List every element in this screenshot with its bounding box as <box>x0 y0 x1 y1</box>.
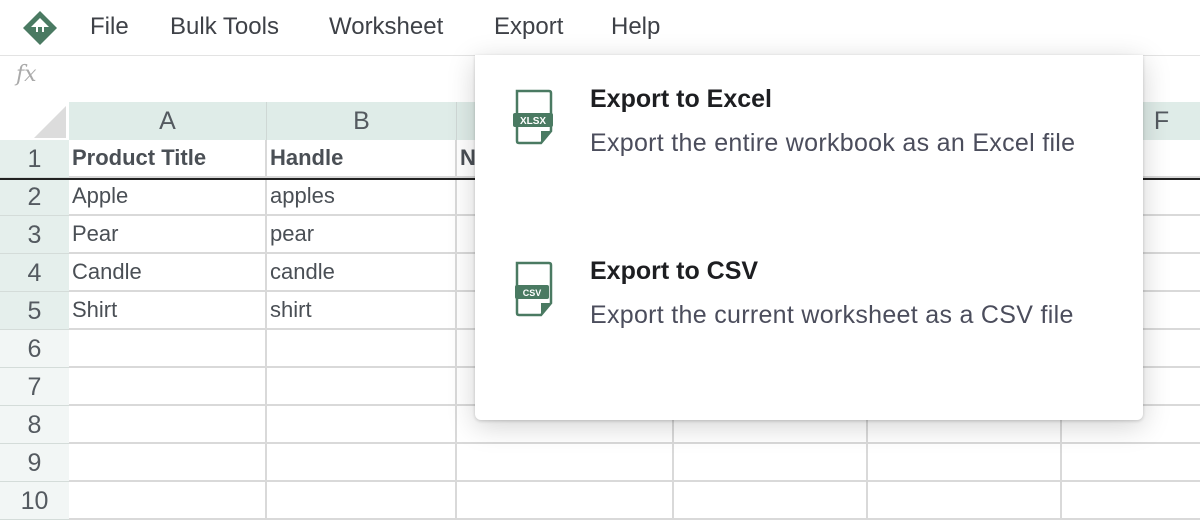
cell-b1[interactable]: Handle <box>267 140 457 178</box>
select-all-corner[interactable] <box>0 102 69 140</box>
option-description: Export the entire workbook as an Excel f… <box>590 129 1076 157</box>
export-to-excel-option[interactable]: XLSX Export to Excel Export the entire w… <box>475 65 1143 235</box>
cell-a6[interactable] <box>69 330 267 368</box>
row-header-6[interactable]: 6 <box>0 330 69 368</box>
column-header-b[interactable]: B <box>267 102 457 140</box>
menu-file[interactable]: File <box>90 13 129 41</box>
app-logo-icon[interactable] <box>22 10 58 46</box>
menu-worksheet[interactable]: Worksheet <box>329 13 443 41</box>
cell-c10[interactable] <box>457 482 674 520</box>
csv-badge: CSV <box>523 288 542 298</box>
cell-a9[interactable] <box>69 444 267 482</box>
xlsx-file-icon: XLSX <box>513 89 553 145</box>
fx-icon: fx <box>16 62 37 87</box>
cell-e10[interactable] <box>868 482 1062 520</box>
cell-a3[interactable]: Pear <box>69 216 267 254</box>
cell-b2[interactable]: apples <box>267 178 457 216</box>
cell-f9[interactable] <box>1062 444 1200 482</box>
cell-b5[interactable]: shirt <box>267 292 457 330</box>
row-header-5[interactable]: 5 <box>0 292 69 330</box>
cell-a8[interactable] <box>69 406 267 444</box>
cell-a4[interactable]: Candle <box>69 254 267 292</box>
row-header-8[interactable]: 8 <box>0 406 69 444</box>
cell-a1[interactable]: Product Title <box>69 140 267 178</box>
cell-a5[interactable]: Shirt <box>69 292 267 330</box>
cell-b9[interactable] <box>267 444 457 482</box>
cell-a10[interactable] <box>69 482 267 520</box>
row-header-1[interactable]: 1 <box>0 140 69 178</box>
row-header-4[interactable]: 4 <box>0 254 69 292</box>
cell-b10[interactable] <box>267 482 457 520</box>
cell-a7[interactable] <box>69 368 267 406</box>
export-dropdown-menu: XLSX Export to Excel Export the entire w… <box>475 55 1143 420</box>
row-header-9[interactable]: 9 <box>0 444 69 482</box>
option-title: Export to CSV <box>590 257 759 285</box>
row-header-2[interactable]: 2 <box>0 178 69 216</box>
cell-b7[interactable] <box>267 368 457 406</box>
row-header-10[interactable]: 10 <box>0 482 69 520</box>
csv-file-icon: CSV <box>515 261 553 317</box>
cell-b4[interactable]: candle <box>267 254 457 292</box>
xlsx-badge: XLSX <box>520 116 546 127</box>
menu-bulk-tools[interactable]: Bulk Tools <box>170 13 279 41</box>
cell-f10[interactable] <box>1062 482 1200 520</box>
export-to-csv-option[interactable]: CSV Export to CSV Export the current wor… <box>475 237 1143 407</box>
menu-help[interactable]: Help <box>611 13 660 41</box>
cell-e9[interactable] <box>868 444 1062 482</box>
cell-d10[interactable] <box>674 482 868 520</box>
cell-b8[interactable] <box>267 406 457 444</box>
cell-b6[interactable] <box>267 330 457 368</box>
row-header-7[interactable]: 7 <box>0 368 69 406</box>
cell-c9[interactable] <box>457 444 674 482</box>
column-header-a[interactable]: A <box>69 102 267 140</box>
menu-bar: File Bulk Tools Worksheet Export Help <box>0 0 1200 56</box>
cell-a2[interactable]: Apple <box>69 178 267 216</box>
cell-d9[interactable] <box>674 444 868 482</box>
cell-b3[interactable]: pear <box>267 216 457 254</box>
row-header-3[interactable]: 3 <box>0 216 69 254</box>
option-description: Export the current worksheet as a CSV fi… <box>590 301 1074 329</box>
menu-export[interactable]: Export <box>494 13 563 41</box>
option-title: Export to Excel <box>590 85 772 113</box>
